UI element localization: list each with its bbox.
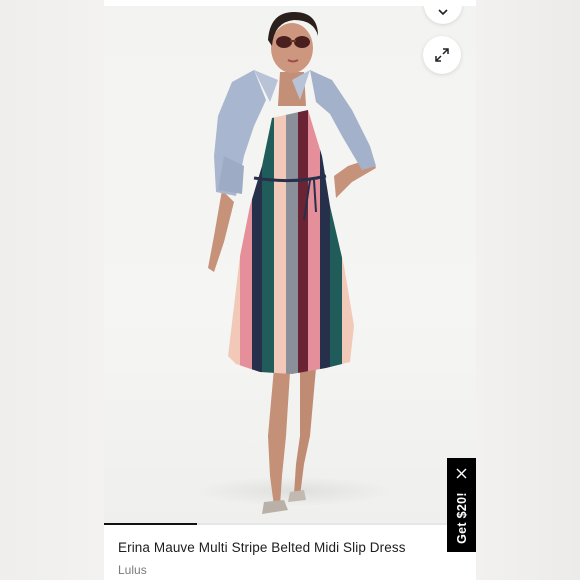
expand-button[interactable] [423, 36, 461, 74]
promo-label: Get $20! [454, 492, 469, 544]
promo-tab[interactable]: Get $20! [447, 458, 476, 552]
product-title[interactable]: Erina Mauve Multi Stripe Belted Midi Sli… [118, 540, 406, 555]
product-listing-screen: Erina Mauve Multi Stripe Belted Midi Sli… [104, 0, 476, 580]
left-arm [208, 190, 234, 272]
left-shoe [262, 500, 288, 514]
backdrop-right [476, 0, 580, 580]
face [271, 23, 313, 73]
promo-close-button[interactable] [454, 466, 469, 481]
sunglasses-right [294, 36, 310, 48]
sunglasses-left [276, 36, 292, 48]
right-shoe [288, 490, 306, 502]
backdrop-left [0, 0, 104, 580]
brand-name[interactable]: Lulus [118, 563, 147, 577]
gallery-progress-fill [104, 523, 197, 525]
left-leg [268, 368, 290, 506]
gallery-progress-track [104, 523, 476, 525]
right-leg [294, 368, 316, 496]
close-icon [456, 468, 467, 479]
model-illustration [208, 12, 376, 514]
product-photo[interactable] [104, 6, 476, 524]
expand-arrows-icon [435, 48, 449, 62]
chevron-down-icon [438, 9, 448, 16]
